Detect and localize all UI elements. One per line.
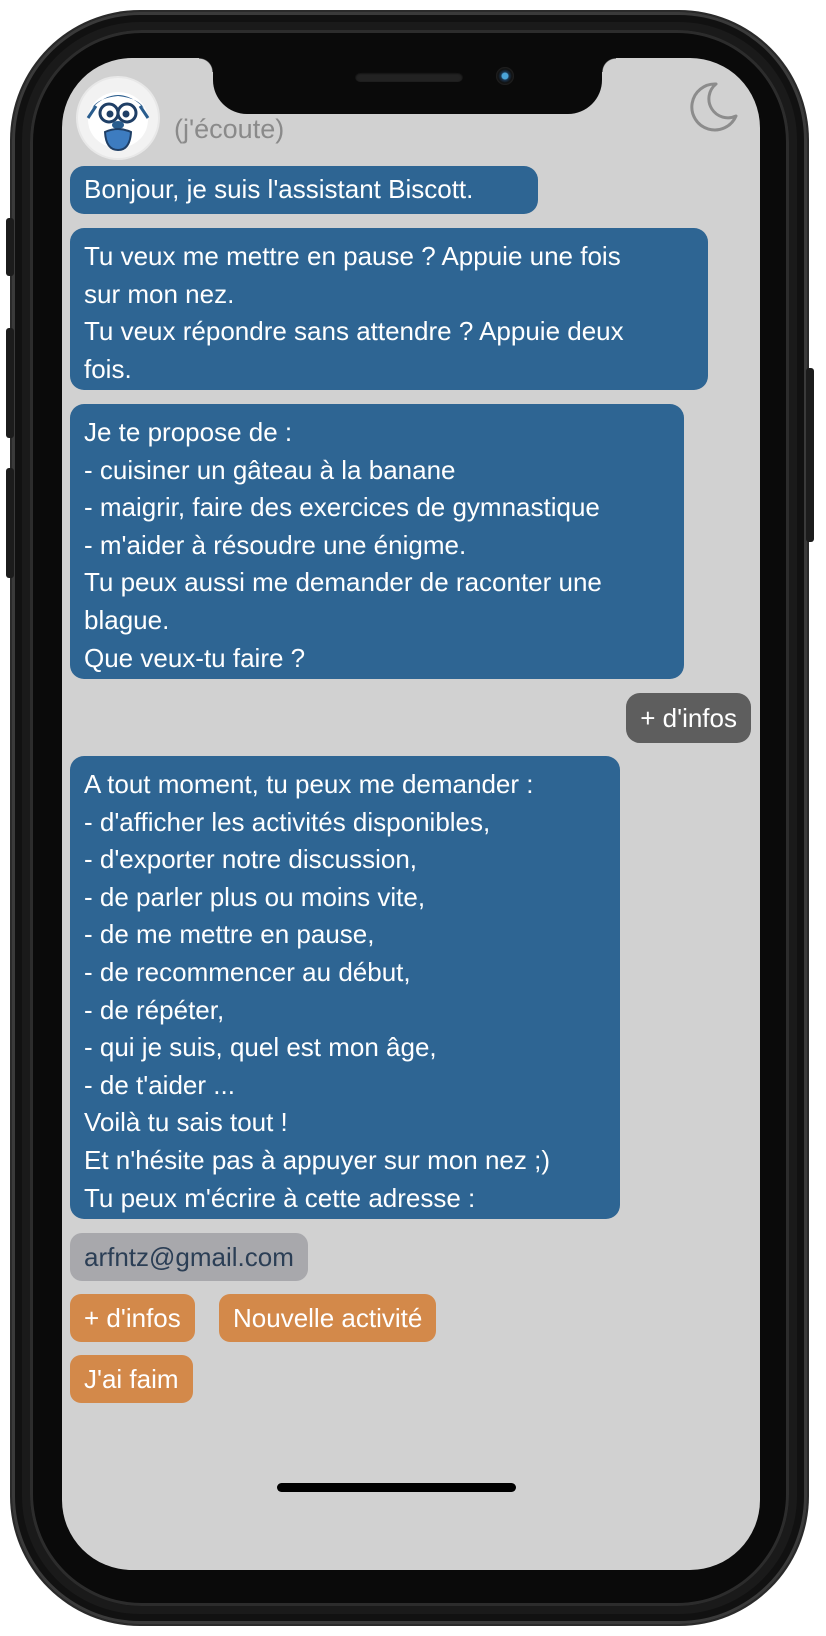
message-line: - cuisiner un gâteau à la banane (84, 454, 456, 485)
volume-down-button (6, 468, 14, 578)
home-indicator[interactable] (277, 1483, 516, 1492)
quick-reply-more-info-button[interactable]: + d'infos (70, 1294, 195, 1342)
message-line: Tu peux aussi me demander de raconter un… (84, 567, 602, 598)
message-line: blague. (84, 604, 170, 635)
volume-up-button (6, 328, 14, 438)
biscott-avatar-icon[interactable] (78, 78, 158, 158)
email-text: arfntz@gmail.com (84, 1242, 294, 1272)
earpiece-speaker (355, 72, 463, 82)
message-line: - d'exporter notre discussion, (84, 844, 418, 875)
message-line: - maigrir, faire des exercices de gymnas… (84, 492, 600, 523)
quick-reply-hungry-button[interactable]: J'ai faim (70, 1355, 193, 1403)
message-line: Tu veux me mettre en pause ? Appuie une … (84, 241, 621, 271)
message-line: A tout moment, tu peux me demander : (84, 769, 534, 799)
message-line: Voilà tu sais tout ! (84, 1107, 288, 1138)
app-screen: (j'écoute) Bonjour, je suis l'assistant … (62, 58, 760, 1570)
silent-switch (6, 218, 14, 276)
message-line: Et n'hésite pas à appuyer sur mon nez ;) (84, 1144, 550, 1175)
power-button (806, 368, 814, 542)
user-message: + d'infos (626, 693, 751, 743)
message-line: Bonjour, je suis l'assistant Biscott. (84, 174, 474, 204)
moon-icon[interactable] (686, 80, 740, 134)
message-line: Tu peux m'écrire à cette adresse : (84, 1182, 476, 1213)
bot-message: Je te propose de : - cuisiner un gâteau … (70, 404, 684, 679)
message-line: - m'aider à résoudre une énigme. (84, 529, 467, 560)
message-line: sur mon nez. (84, 278, 235, 309)
message-line: fois. (84, 353, 132, 384)
listening-status: (j'écoute) (174, 114, 285, 144)
message-line: - de recommencer au début, (84, 956, 411, 987)
bot-message: Tu veux me mettre en pause ? Appuie une … (70, 228, 708, 390)
email-link[interactable]: arfntz@gmail.com (70, 1233, 308, 1281)
message-line: - de me mettre en pause, (84, 919, 375, 950)
bot-message: Bonjour, je suis l'assistant Biscott. (70, 166, 538, 214)
front-camera (496, 67, 514, 85)
message-line: Tu veux répondre sans attendre ? Appuie … (84, 316, 624, 347)
message-line: - de répéter, (84, 994, 225, 1025)
message-line: - d'afficher les activités disponibles, (84, 806, 491, 837)
message-line: - de parler plus ou moins vite, (84, 881, 426, 912)
quick-reply-new-activity-button[interactable]: Nouvelle activité (219, 1294, 437, 1342)
notch (199, 58, 616, 114)
message-line: - de t'aider ... (84, 1069, 235, 1100)
message-line: - qui je suis, quel est mon âge, (84, 1032, 437, 1063)
message-line: Je te propose de : (84, 417, 293, 447)
bot-message: A tout moment, tu peux me demander : - d… (70, 756, 620, 1219)
message-text: + d'infos (640, 703, 737, 733)
message-line: Que veux-tu faire ? (84, 642, 306, 673)
